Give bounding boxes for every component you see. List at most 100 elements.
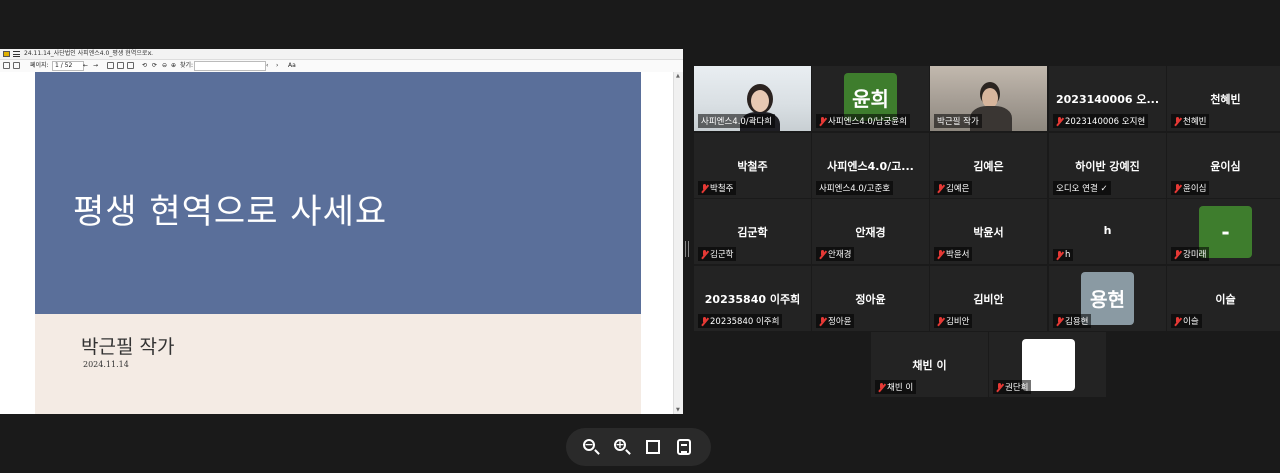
participant-label-text: 박철주 bbox=[710, 184, 734, 194]
find-input[interactable] bbox=[194, 61, 266, 71]
participant-tile[interactable]: 20235840 이주희 20235840 이주희 bbox=[694, 266, 811, 331]
participant-tile[interactable]: 용현 김용현 bbox=[1049, 266, 1166, 331]
participant-tile[interactable]: - 강미래 bbox=[1167, 199, 1280, 264]
single-page-icon[interactable] bbox=[107, 62, 114, 69]
match-case-button[interactable]: Aa bbox=[288, 61, 296, 71]
participant-tile[interactable]: 2023140006 오... 2023140006 오지현 bbox=[1049, 66, 1166, 131]
participant-label-text: 천혜빈 bbox=[1183, 117, 1207, 127]
scroll-up-icon[interactable]: ▲ bbox=[676, 73, 680, 79]
slide-title: 평생 현역으로 사세요 bbox=[73, 192, 388, 232]
mic-muted-icon bbox=[1174, 116, 1181, 126]
participant-name-label: 김군학 bbox=[698, 247, 737, 261]
slide-footer-band: 박근필 작가 2024.11.14 bbox=[35, 314, 641, 414]
participant-name-label: 2023140006 오지현 bbox=[1053, 114, 1149, 128]
participant-display-name: 김비안 bbox=[973, 293, 1004, 306]
participant-label-text: 사피엔스4.0/고준호 bbox=[819, 184, 891, 194]
menu-icon[interactable] bbox=[13, 51, 20, 57]
notes-icon[interactable] bbox=[674, 437, 694, 457]
participant-tile[interactable]: 안재경 안재경 bbox=[812, 199, 929, 264]
participant-display-name: 김예은 bbox=[973, 160, 1004, 173]
zoom-out-icon[interactable]: − bbox=[581, 437, 601, 457]
scroll-down-icon[interactable]: ▼ bbox=[676, 407, 680, 413]
participant-name-label: 사피엔스4.0/고준호 bbox=[816, 181, 894, 195]
participant-label-text: 김군학 bbox=[710, 250, 734, 260]
participant-label-text: 2023140006 오지현 bbox=[1065, 117, 1146, 127]
participant-label-text: 정아윤 bbox=[828, 317, 852, 327]
find-label: 찾기: bbox=[180, 62, 194, 69]
participant-name-label: 박근필 작가 bbox=[934, 114, 982, 128]
mic-muted-icon bbox=[1174, 249, 1181, 259]
participant-display-name: 채빈 이 bbox=[912, 359, 947, 372]
participant-tile[interactable]: 윤희 사피엔스4.0/남궁윤희 bbox=[812, 66, 929, 131]
participant-name-label: 안재경 bbox=[816, 247, 855, 261]
mic-muted-icon bbox=[819, 116, 826, 126]
app-icon bbox=[3, 51, 10, 57]
rotate-icon[interactable]: ⟲ bbox=[142, 61, 147, 71]
participant-name-label: h bbox=[1053, 249, 1074, 261]
participant-tile[interactable]: 윤이심 윤이심 bbox=[1167, 133, 1280, 198]
mic-muted-icon bbox=[1056, 250, 1063, 260]
zoom-in-viewer-icon[interactable]: ⊕ bbox=[171, 61, 176, 71]
participant-tile[interactable]: 김비안 김비안 bbox=[930, 266, 1047, 331]
participant-tile[interactable]: 정아윤 정아윤 bbox=[812, 266, 929, 331]
find-next-icon[interactable]: › bbox=[276, 61, 278, 71]
participant-label-text: 이슬 bbox=[1183, 317, 1199, 327]
participant-display-name: 하이반 강예진 bbox=[1075, 160, 1140, 173]
participant-display-name: 안재경 bbox=[855, 226, 886, 239]
split-view-resize-handle[interactable] bbox=[685, 241, 689, 257]
participant-label-text: 강미래 bbox=[1183, 250, 1207, 260]
participant-name-label: 오디오 연결 ✓ bbox=[1053, 181, 1111, 195]
document-area[interactable]: 평생 현역으로 사세요 박근필 작가 2024.11.14 ▲ ▼ bbox=[0, 72, 683, 414]
participant-tile[interactable]: 사피엔스4.0/고... 사피엔스4.0/고준호 bbox=[812, 133, 929, 198]
mic-muted-icon bbox=[819, 316, 826, 326]
participant-display-name: 박윤서 bbox=[973, 226, 1004, 239]
participant-name-label: 사피엔스4.0/남궁윤희 bbox=[816, 114, 910, 128]
participant-tile[interactable]: 박철주 박철주 bbox=[694, 133, 811, 198]
shared-screen-pdf-viewer[interactable]: 24.11.14_사단법인 사피엔스4.0_평생 현역으로... × 페이지: … bbox=[0, 49, 683, 414]
mic-muted-icon bbox=[1056, 316, 1063, 326]
participant-tile[interactable]: 박근필 작가 bbox=[930, 66, 1047, 131]
participant-tile[interactable]: 하이반 강예진오디오 연결 ✓ bbox=[1049, 133, 1166, 198]
participant-tile[interactable]: 박윤서 박윤서 bbox=[930, 199, 1047, 264]
open-folder-icon[interactable] bbox=[3, 62, 10, 69]
participant-display-name: 이슬 bbox=[1215, 293, 1236, 306]
next-page-icon[interactable]: → bbox=[93, 61, 98, 71]
find-prev-icon[interactable]: ‹ bbox=[266, 61, 268, 71]
page-number-input[interactable]: 1 / 52 bbox=[52, 61, 84, 71]
participant-name-label: 사피엔스4.0/곽다희 bbox=[698, 114, 776, 128]
tab-close-icon[interactable]: × bbox=[147, 49, 152, 59]
participant-name-label: 박윤서 bbox=[934, 247, 973, 261]
fit-page-icon[interactable] bbox=[117, 62, 124, 69]
slide-author: 박근필 작가 bbox=[81, 336, 175, 358]
participant-name-label: 천혜빈 bbox=[1171, 114, 1210, 128]
mic-muted-icon bbox=[878, 382, 885, 392]
participant-tile[interactable]: 천혜빈 천혜빈 bbox=[1167, 66, 1280, 131]
participant-label-text: h bbox=[1065, 250, 1071, 260]
rotate-right-icon[interactable]: ⟳ bbox=[152, 61, 157, 71]
participant-tile[interactable]: hh bbox=[1049, 199, 1166, 264]
participant-tile[interactable]: 사피엔스4.0/곽다희 bbox=[694, 66, 811, 131]
participant-display-name: 박철주 bbox=[737, 160, 768, 173]
fit-width-icon[interactable] bbox=[127, 62, 134, 69]
participant-name-label: 채빈 이 bbox=[875, 380, 917, 394]
participant-label-text: 채빈 이 bbox=[887, 383, 914, 393]
zoom-in-icon[interactable]: + bbox=[612, 437, 632, 457]
print-icon[interactable] bbox=[13, 62, 20, 69]
mic-muted-icon bbox=[996, 382, 1003, 392]
participant-label-text: 김예은 bbox=[946, 184, 970, 194]
participant-label-text: 권단희 bbox=[1005, 383, 1029, 393]
prev-page-icon[interactable]: ← bbox=[83, 61, 88, 71]
participant-tile[interactable]: 김예은 김예은 bbox=[930, 133, 1047, 198]
participant-tile[interactable]: 권단희 bbox=[989, 332, 1106, 397]
mic-muted-icon bbox=[1174, 183, 1181, 193]
zoom-out-viewer-icon[interactable]: ⊖ bbox=[162, 61, 167, 71]
mic-muted-icon bbox=[1056, 116, 1063, 126]
vertical-scrollbar[interactable]: ▲ ▼ bbox=[673, 72, 683, 414]
participant-tile[interactable]: 채빈 이 채빈 이 bbox=[871, 332, 988, 397]
fullscreen-icon[interactable] bbox=[643, 437, 663, 457]
participant-tile[interactable]: 김군학 김군학 bbox=[694, 199, 811, 264]
participant-display-name: 2023140006 오... bbox=[1055, 93, 1160, 106]
document-tab-title[interactable]: 24.11.14_사단법인 사피엔스4.0_평생 현역으로... bbox=[24, 49, 153, 59]
participant-label-text: 오디오 연결 ✓ bbox=[1056, 184, 1108, 194]
participant-tile[interactable]: 이슬 이슬 bbox=[1167, 266, 1280, 331]
